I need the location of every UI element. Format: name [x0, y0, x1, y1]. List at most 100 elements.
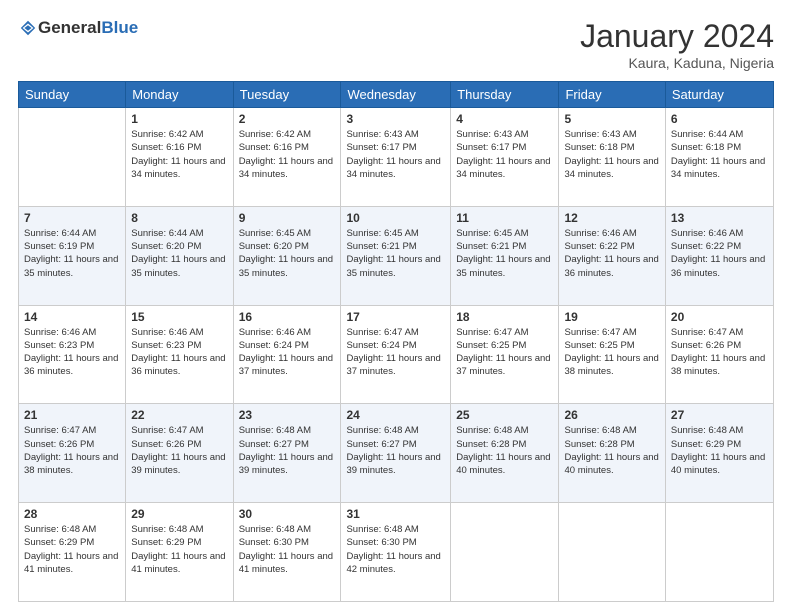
table-row: 10Sunrise: 6:45 AMSunset: 6:21 PMDayligh… [341, 206, 451, 305]
daylight-text: Daylight: 11 hours and 42 minutes. [346, 550, 445, 577]
table-row: 13Sunrise: 6:46 AMSunset: 6:22 PMDayligh… [665, 206, 773, 305]
sunrise-text: Sunrise: 6:47 AM [24, 424, 120, 437]
sunrise-text: Sunrise: 6:48 AM [131, 523, 227, 536]
table-row: 16Sunrise: 6:46 AMSunset: 6:24 PMDayligh… [233, 305, 341, 404]
calendar-row: 1Sunrise: 6:42 AMSunset: 6:16 PMDaylight… [19, 108, 774, 207]
day-number: 24 [346, 408, 445, 422]
sunset-text: Sunset: 6:16 PM [131, 141, 227, 154]
daylight-text: Daylight: 11 hours and 40 minutes. [564, 451, 659, 478]
sunset-text: Sunset: 6:22 PM [671, 240, 768, 253]
sunset-text: Sunset: 6:27 PM [346, 438, 445, 451]
daylight-text: Daylight: 11 hours and 40 minutes. [456, 451, 553, 478]
sunset-text: Sunset: 6:27 PM [239, 438, 336, 451]
daylight-text: Daylight: 11 hours and 34 minutes. [131, 155, 227, 182]
daylight-text: Daylight: 11 hours and 35 minutes. [131, 253, 227, 280]
day-number: 20 [671, 310, 768, 324]
col-saturday: Saturday [665, 82, 773, 108]
sunset-text: Sunset: 6:23 PM [24, 339, 120, 352]
table-row: 31Sunrise: 6:48 AMSunset: 6:30 PMDayligh… [341, 503, 451, 602]
sunset-text: Sunset: 6:18 PM [671, 141, 768, 154]
day-number: 3 [346, 112, 445, 126]
sunset-text: Sunset: 6:30 PM [239, 536, 336, 549]
day-number: 26 [564, 408, 659, 422]
sunrise-text: Sunrise: 6:48 AM [346, 424, 445, 437]
table-row: 22Sunrise: 6:47 AMSunset: 6:26 PMDayligh… [126, 404, 233, 503]
sunset-text: Sunset: 6:22 PM [564, 240, 659, 253]
table-row: 27Sunrise: 6:48 AMSunset: 6:29 PMDayligh… [665, 404, 773, 503]
day-number: 13 [671, 211, 768, 225]
day-info: Sunrise: 6:48 AMSunset: 6:29 PMDaylight:… [131, 523, 227, 576]
day-number: 12 [564, 211, 659, 225]
table-row: 17 Sunrise: 6:47 AMSunset: 6:24 PMDayligh… [341, 305, 451, 404]
header: GeneralBlue January 2024 Kaura, Kaduna, … [18, 18, 774, 71]
table-row: 7Sunrise: 6:44 AMSunset: 6:19 PMDaylight… [19, 206, 126, 305]
day-number: 17 [346, 310, 445, 324]
table-row: 9 Sunrise: 6:45 AMSunset: 6:20 PMDaylight… [233, 206, 341, 305]
table-row: 4Sunrise: 6:43 AMSunset: 6:17 PMDaylight… [451, 108, 559, 207]
day-info: Sunrise: 6:48 AMSunset: 6:27 PMDaylight:… [346, 424, 445, 477]
col-sunday: Sunday [19, 82, 126, 108]
table-row: 21Sunrise: 6:47 AMSunset: 6:26 PMDayligh… [19, 404, 126, 503]
table-row: 29Sunrise: 6:48 AMSunset: 6:29 PMDayligh… [126, 503, 233, 602]
table-row: 23 Sunrise: 6:48 AMSunset: 6:27 PMDayligh… [233, 404, 341, 503]
sunrise-text: Sunrise: 6:48 AM [239, 523, 336, 536]
sunrise-text: Sunrise: 6:42 AM [131, 128, 227, 141]
sunrise-text: Sunrise: 6:47 AM [346, 326, 445, 339]
daylight-text: Daylight: 11 hours and 35 minutes. [24, 253, 120, 280]
table-row: 1Sunrise: 6:42 AMSunset: 6:16 PMDaylight… [126, 108, 233, 207]
col-friday: Friday [559, 82, 665, 108]
day-info: Sunrise: 6:47 AMSunset: 6:24 PMDaylight:… [346, 326, 445, 379]
sunset-text: Sunset: 6:18 PM [564, 141, 659, 154]
sunrise-text: Sunrise: 6:45 AM [239, 227, 336, 240]
day-info: Sunrise: 6:45 AMSunset: 6:21 PMDaylight:… [456, 227, 553, 280]
sunrise-text: Sunrise: 6:48 AM [456, 424, 553, 437]
logo-blue: Blue [101, 18, 138, 37]
daylight-text: Daylight: 11 hours and 36 minutes. [24, 352, 120, 379]
sunrise-text: Sunrise: 6:45 AM [456, 227, 553, 240]
logo-general: General [38, 18, 101, 37]
day-info: Sunrise: 6:48 AMSunset: 6:27 PMDaylight:… [239, 424, 336, 477]
sunset-text: Sunset: 6:16 PM [239, 141, 336, 154]
daylight-text: Daylight: 11 hours and 34 minutes. [671, 155, 768, 182]
sunset-text: Sunset: 6:29 PM [24, 536, 120, 549]
location: Kaura, Kaduna, Nigeria [580, 55, 774, 71]
logo: GeneralBlue [18, 18, 138, 38]
sunset-text: Sunset: 6:28 PM [564, 438, 659, 451]
sunset-text: Sunset: 6:20 PM [131, 240, 227, 253]
table-row [559, 503, 665, 602]
daylight-text: Daylight: 11 hours and 41 minutes. [239, 550, 336, 577]
sunrise-text: Sunrise: 6:42 AM [239, 128, 336, 141]
daylight-text: Daylight: 11 hours and 39 minutes. [131, 451, 227, 478]
day-info: Sunrise: 6:45 AMSunset: 6:20 PMDaylight:… [239, 227, 336, 280]
table-row [665, 503, 773, 602]
day-number: 5 [564, 112, 659, 126]
sunset-text: Sunset: 6:26 PM [131, 438, 227, 451]
sunset-text: Sunset: 6:29 PM [131, 536, 227, 549]
sunset-text: Sunset: 6:25 PM [564, 339, 659, 352]
day-number: 6 [671, 112, 768, 126]
day-number: 22 [131, 408, 227, 422]
table-row: 28Sunrise: 6:48 AMSunset: 6:29 PMDayligh… [19, 503, 126, 602]
table-row: 2Sunrise: 6:42 AMSunset: 6:16 PMDaylight… [233, 108, 341, 207]
day-number: 8 [131, 211, 227, 225]
day-number: 10 [346, 211, 445, 225]
day-number: 21 [24, 408, 120, 422]
day-info: Sunrise: 6:43 AMSunset: 6:17 PMDaylight:… [456, 128, 553, 181]
sunrise-text: Sunrise: 6:43 AM [456, 128, 553, 141]
day-number: 14 [24, 310, 120, 324]
sunrise-text: Sunrise: 6:44 AM [131, 227, 227, 240]
day-info: Sunrise: 6:46 AMSunset: 6:22 PMDaylight:… [564, 227, 659, 280]
table-row: 6 Sunrise: 6:44 AMSunset: 6:18 PMDaylight… [665, 108, 773, 207]
sunset-text: Sunset: 6:24 PM [239, 339, 336, 352]
day-number: 9 [239, 211, 336, 225]
day-info: Sunrise: 6:44 AMSunset: 6:18 PMDaylight:… [671, 128, 768, 181]
day-number: 15 [131, 310, 227, 324]
day-number: 27 [671, 408, 768, 422]
sunset-text: Sunset: 6:24 PM [346, 339, 445, 352]
col-wednesday: Wednesday [341, 82, 451, 108]
day-number: 23 [239, 408, 336, 422]
daylight-text: Daylight: 11 hours and 41 minutes. [24, 550, 120, 577]
calendar-row: 28Sunrise: 6:48 AMSunset: 6:29 PMDayligh… [19, 503, 774, 602]
day-info: Sunrise: 6:42 AMSunset: 6:16 PMDaylight:… [239, 128, 336, 181]
daylight-text: Daylight: 11 hours and 38 minutes. [24, 451, 120, 478]
